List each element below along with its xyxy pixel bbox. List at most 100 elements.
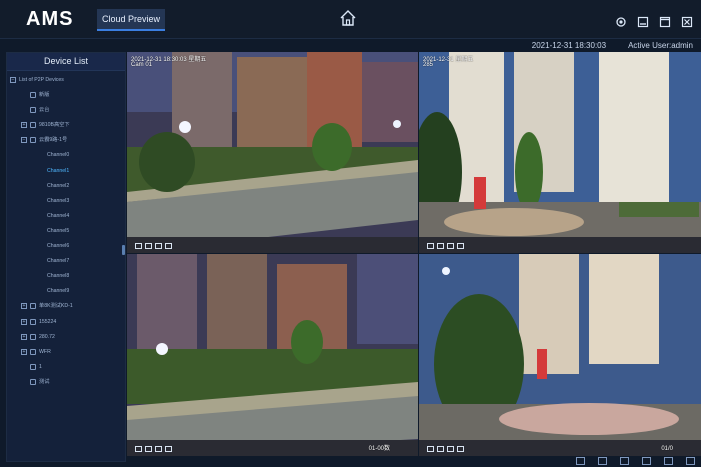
tree-device-item[interactable]: − List of P2P Devices [7,73,125,88]
tree-device-item[interactable]: 新版 [7,88,125,103]
device-icon [30,378,36,385]
record-icon[interactable] [427,446,434,452]
tree-device-item[interactable]: + WFR [7,345,125,360]
device-icon [30,122,36,129]
device-icon [30,107,36,114]
snapshot-icon[interactable] [437,446,444,452]
camera-view-2[interactable]: 2021-12-31 星期五 285 [419,52,701,253]
ptz-icon[interactable] [447,243,454,249]
audio-icon[interactable] [457,446,464,452]
top-bar: AMS Cloud Preview [0,0,701,39]
window-controls [615,13,693,28]
tree-device-item[interactable]: 1 [7,360,125,375]
status-line: 2021-12-31 18:30:03 Active User:admin [532,41,693,50]
tree-channel-item[interactable]: Channel3 [7,194,125,209]
close-icon[interactable] [681,13,693,28]
tree-device-item[interactable]: 测试 [7,375,125,390]
camera-view-1[interactable]: 2021-12-31 18:30:03 星期五 Cam 01 [127,52,418,253]
device-icon [30,363,36,370]
camera-osd-label: 01/0 [661,446,673,452]
device-icon [30,92,36,99]
tree-channel-item[interactable]: Channel0 [7,148,125,163]
tree-channel-item[interactable]: Channel2 [7,179,125,194]
camera-view-3[interactable]: 01-00数 [127,254,418,456]
device-list-title: Device List [7,53,125,71]
camera-feed-4 [419,254,701,456]
tree-channel-item[interactable]: Channel5 [7,224,125,239]
snapshot-icon[interactable] [437,243,444,249]
tree-item-label: 云台 [39,107,50,114]
expand-icon[interactable]: + [21,333,27,340]
expand-icon[interactable]: + [21,348,27,355]
app-logo: AMS [26,8,74,30]
gear-icon[interactable] [615,13,627,27]
tree-device-item[interactable]: +155224 [7,315,125,330]
collapse-icon[interactable]: − [10,77,16,83]
tree-channel-item[interactable]: Channel4 [7,209,125,224]
layout-9-icon[interactable] [598,457,607,465]
tree-device-item[interactable]: − 云霸9路-1号 [7,133,125,148]
device-tree: − List of P2P Devices 新版 云台 +9810B高空下 − 云霸9路-1… [7,71,125,390]
ptz-icon[interactable] [447,446,454,452]
tree-item-label: Channel2 [47,182,70,189]
layout-custom-icon[interactable] [642,457,651,465]
tree-device-item[interactable]: + 单8K测试KD-1 [7,299,125,314]
tree-channel-item[interactable]: Channel8 [7,269,125,284]
tree-device-item[interactable]: +9810B高空下 [7,118,125,133]
close-all-icon[interactable] [686,457,695,465]
layout-4-icon[interactable] [576,457,585,465]
tree-channel-item[interactable]: Channel1 [7,164,125,179]
audio-icon[interactable] [165,446,172,452]
tree-item-label: Channel4 [47,212,70,219]
app-window: AMS Cloud Preview 2021-12-31 18:30:03 Ac… [0,0,701,467]
camera-osd-name: Cam 01 [131,62,153,68]
device-icon [30,318,36,325]
camera-controls [427,243,464,249]
audio-icon[interactable] [165,243,172,249]
record-icon[interactable] [135,446,142,452]
tree-item-label: Channel0 [47,152,70,159]
camera-feed-1 [127,52,418,253]
tree-item-label: 1 [39,363,42,370]
tree-item-label: Channel5 [47,227,70,234]
device-icon [30,303,36,310]
camera-controls [427,446,464,452]
snapshot-icon[interactable] [145,446,152,452]
tree-item-label: 单8K测试KD-1 [39,303,73,310]
snapshot-icon[interactable] [145,243,152,249]
audio-icon[interactable] [457,243,464,249]
minimize-icon[interactable] [637,13,649,28]
camera-view-4[interactable]: 01/0 [419,254,701,456]
tree-channel-item[interactable]: Channel9 [7,284,125,299]
tree-item-label: 新版 [39,92,50,99]
tree-channel-item[interactable]: Channel7 [7,254,125,269]
maximize-icon[interactable] [659,13,671,28]
tab-cloud-preview[interactable]: Cloud Preview [97,9,166,31]
camera-feed-3 [127,254,418,456]
home-icon[interactable] [339,9,357,27]
tree-item-label: 9810B高空下 [39,122,70,129]
record-icon[interactable] [135,243,142,249]
sidebar-collapse-handle[interactable] [122,245,125,255]
ptz-icon[interactable] [155,446,162,452]
expand-icon[interactable]: + [21,318,27,325]
tree-item-label: 155224 [39,318,57,325]
tree-device-item[interactable]: 云台 [7,103,125,118]
tree-channel-item[interactable]: Channel6 [7,239,125,254]
expand-icon[interactable]: + [21,303,27,310]
expand-icon[interactable]: + [21,122,27,129]
tree-item-label: Channel3 [47,197,70,204]
tree-device-item[interactable]: +280.72 [7,330,125,345]
tree-item-label: Channel1 [47,167,70,174]
record-icon[interactable] [427,243,434,249]
collapse-icon[interactable]: − [21,137,27,144]
datetime-label: 2021-12-31 18:30:03 [531,41,607,50]
device-icon [30,137,36,144]
device-icon [30,348,36,355]
tree-item-label: WFR [39,348,51,355]
fullscreen-icon[interactable] [664,457,673,465]
ptz-icon[interactable] [155,243,162,249]
tree-item-label: 280.72 [39,333,55,340]
layout-16-icon[interactable] [620,457,629,465]
camera-osd-label: 01-00数 [368,446,390,452]
